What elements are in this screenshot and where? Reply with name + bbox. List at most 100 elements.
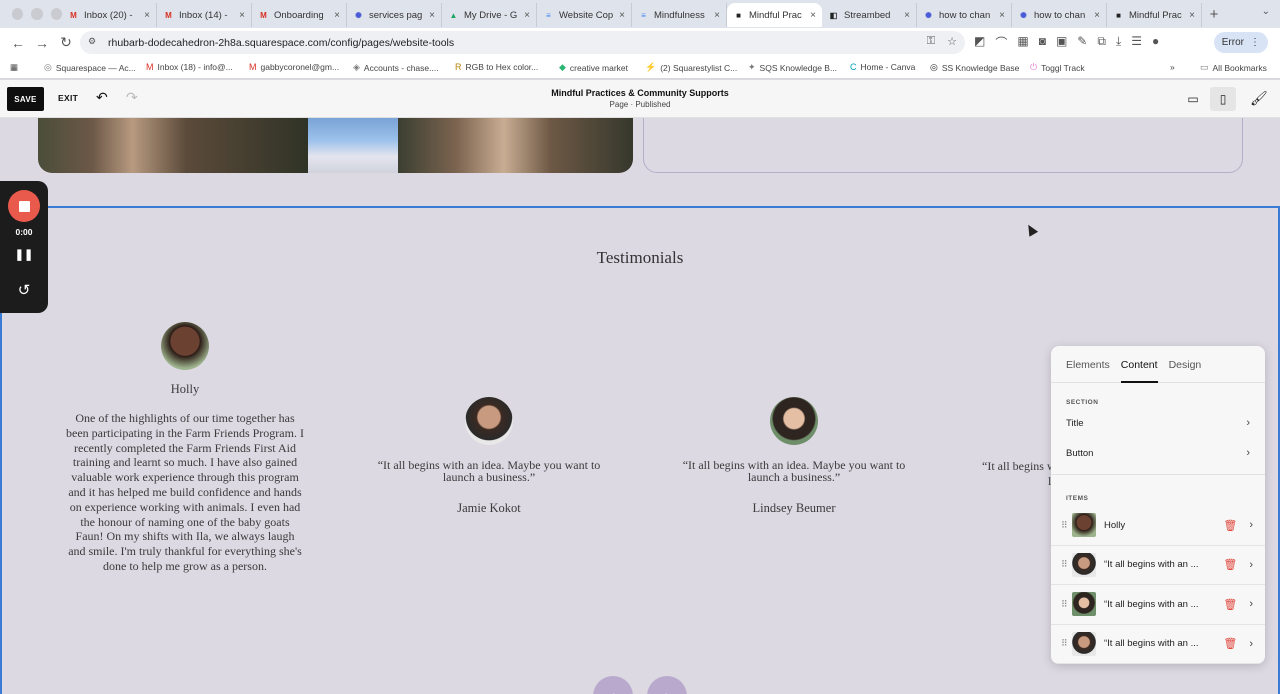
site-info-icon[interactable]: ⚙	[88, 36, 102, 50]
browser-tab[interactable]: M Inbox (20) - ×	[62, 3, 157, 27]
chevron-right-icon[interactable]: ›	[1249, 519, 1253, 531]
tab-design[interactable]: Design	[1169, 346, 1202, 382]
drag-handle-icon[interactable]: ⠿	[1061, 638, 1072, 649]
close-window-icon[interactable]	[12, 8, 24, 20]
close-tab-icon[interactable]: ×	[239, 10, 245, 21]
close-tab-icon[interactable]: ×	[1094, 10, 1100, 21]
bookmark-item[interactable]: Mgabbycoronel@gm...	[249, 62, 339, 72]
back-icon[interactable]: ←	[6, 35, 30, 51]
extension-icon[interactable]: ⌒	[995, 34, 1007, 51]
content-block-outline[interactable]	[643, 118, 1243, 173]
list-item[interactable]: ⠿ Holly 🗑 ›	[1051, 506, 1265, 546]
bookmark-item[interactable]: R RGB to Hex color...	[455, 62, 538, 72]
close-tab-icon[interactable]: ×	[1189, 10, 1195, 21]
drag-handle-icon[interactable]: ⠿	[1061, 559, 1072, 570]
key-icon[interactable]: ⚿	[927, 35, 935, 48]
testimonial-card[interactable]: “It all begins w la	[982, 459, 1056, 489]
forward-icon[interactable]: →	[30, 35, 54, 51]
browser-tab[interactable]: ✺ how to chan ×	[1012, 3, 1107, 27]
gallery-image[interactable]	[398, 118, 633, 173]
bookmark-item[interactable]: ⏻ Toggl Track	[1030, 62, 1085, 73]
bookmark-item[interactable]: ◎ SS Knowledge Base	[930, 62, 1019, 73]
minimize-window-icon[interactable]	[31, 8, 43, 20]
chevron-right-icon[interactable]: ›	[1249, 638, 1253, 650]
chevron-right-icon[interactable]: ›	[1249, 559, 1253, 571]
browser-tab[interactable]: ✺ services pag ×	[347, 3, 442, 27]
bookmark-item[interactable]: M Inbox (18) - info@...	[146, 62, 233, 72]
trash-icon[interactable]: 🗑	[1223, 519, 1237, 532]
carousel-prev-button[interactable]: ‹	[593, 676, 633, 694]
undo-icon[interactable]: ↶	[96, 89, 108, 106]
list-item[interactable]: ⠿ “It all begins with an ... 🗑 ›	[1051, 546, 1265, 585]
pause-icon[interactable]: ❚❚	[0, 248, 48, 261]
profile-avatar-icon[interactable]: ●	[1152, 34, 1159, 51]
browser-tab[interactable]: ≡ Mindfulness ×	[632, 3, 727, 27]
testimonial-card[interactable]: “It all begins with an idea. Maybe you w…	[368, 397, 610, 516]
close-tab-icon[interactable]: ×	[429, 10, 435, 21]
browser-tab[interactable]: ≡ Website Cop ×	[537, 3, 632, 27]
bookmark-item[interactable]: ✦ SQS Knowledge B...	[748, 62, 837, 73]
trash-icon[interactable]: 🗑	[1223, 558, 1237, 571]
redo-icon[interactable]: ↷	[126, 89, 138, 106]
close-tab-icon[interactable]: ×	[144, 10, 150, 21]
tab-elements[interactable]: Elements	[1066, 346, 1110, 382]
mobile-icon[interactable]: ▯	[1210, 87, 1236, 111]
save-button[interactable]: SAVE	[7, 87, 44, 111]
button-row[interactable]: Button ›	[1051, 438, 1265, 468]
all-bookmarks[interactable]: ▭ All Bookmarks	[1200, 62, 1267, 73]
trash-icon[interactable]: 🗑	[1223, 598, 1237, 611]
error-button[interactable]: Error ⋮	[1213, 32, 1268, 53]
gallery-image[interactable]	[308, 118, 398, 173]
exit-button[interactable]: EXIT	[58, 93, 78, 103]
browser-tab[interactable]: ◧ Streambed ×	[822, 3, 917, 27]
star-icon[interactable]: ☆	[947, 35, 957, 48]
bookmark-item[interactable]: ⚡ (2) Squarestylist C...	[645, 62, 737, 73]
close-tab-icon[interactable]: ×	[334, 10, 340, 21]
puzzle-icon[interactable]: ⧉	[1097, 34, 1106, 51]
site-styles-brush-icon[interactable]: 🖌	[1250, 90, 1268, 107]
browser-tab[interactable]: ■ Mindful Prac ×	[1107, 3, 1202, 27]
reload-icon[interactable]: ↻	[54, 34, 78, 51]
browser-tab[interactable]: ▲ My Drive - G ×	[442, 3, 537, 27]
bookmark-item[interactable]: ◎ Squarespace — Ac...	[44, 62, 136, 73]
camera-icon[interactable]: ◙	[1039, 34, 1046, 51]
url-input[interactable]: ⚙ rhubarb-dodecahedron-2h8a.squarespace.…	[80, 31, 965, 54]
list-item[interactable]: ⠿ “It all begins with an ... 🗑 ›	[1051, 625, 1265, 664]
testimonial-card[interactable]: “It all begins with an idea. Maybe you w…	[673, 397, 915, 516]
tab-content[interactable]: Content	[1120, 346, 1158, 383]
bookmark-item[interactable]: ◈ Accounts - chase....	[353, 62, 439, 73]
testimonial-card[interactable]: Holly One of the highlights of our time …	[66, 322, 304, 574]
bookmark-item[interactable]: C Home - Canva	[850, 62, 915, 72]
desktop-icon[interactable]: ▭	[1180, 87, 1206, 111]
apps-grid-icon[interactable]: ▦	[1017, 34, 1028, 51]
more-bookmarks-icon[interactable]: »	[1170, 62, 1175, 72]
browser-tab[interactable]: ✺ how to chan ×	[917, 3, 1012, 27]
extension-icon[interactable]: ▣	[1056, 34, 1067, 51]
title-row[interactable]: Title ›	[1051, 408, 1265, 438]
eyedropper-icon[interactable]: ✎	[1077, 34, 1087, 51]
browser-tab[interactable]: M Inbox (14) - ×	[157, 3, 252, 27]
download-icon[interactable]: ⤓	[1116, 34, 1121, 51]
close-tab-icon[interactable]: ×	[619, 10, 625, 21]
reading-list-icon[interactable]: ☰	[1131, 34, 1142, 51]
browser-tab[interactable]: ■ Mindful Prac ×	[727, 3, 822, 27]
trash-icon[interactable]: 🗑	[1223, 637, 1237, 650]
drag-handle-icon[interactable]: ⠿	[1061, 599, 1072, 610]
close-tab-icon[interactable]: ×	[999, 10, 1005, 21]
drag-handle-icon[interactable]: ⠿	[1061, 520, 1072, 531]
chevron-right-icon[interactable]: ›	[1249, 598, 1253, 610]
gallery-image[interactable]	[38, 118, 308, 173]
chevron-down-icon[interactable]: ⌄	[1262, 6, 1270, 17]
close-tab-icon[interactable]: ×	[524, 10, 530, 21]
maximize-window-icon[interactable]	[50, 8, 62, 20]
bookmark-item[interactable]: ◆ creative market	[559, 62, 628, 73]
close-tab-icon[interactable]: ×	[904, 10, 910, 21]
restart-icon[interactable]: ↺	[0, 281, 48, 299]
section-title[interactable]: Testimonials	[2, 248, 1278, 268]
browser-tab[interactable]: M Onboarding ×	[252, 3, 347, 27]
extension-icon[interactable]: ◩	[974, 34, 985, 51]
stop-recording-button[interactable]	[8, 190, 40, 222]
close-tab-icon[interactable]: ×	[810, 10, 816, 21]
image-gallery[interactable]	[38, 118, 633, 173]
close-tab-icon[interactable]: ×	[714, 10, 720, 21]
